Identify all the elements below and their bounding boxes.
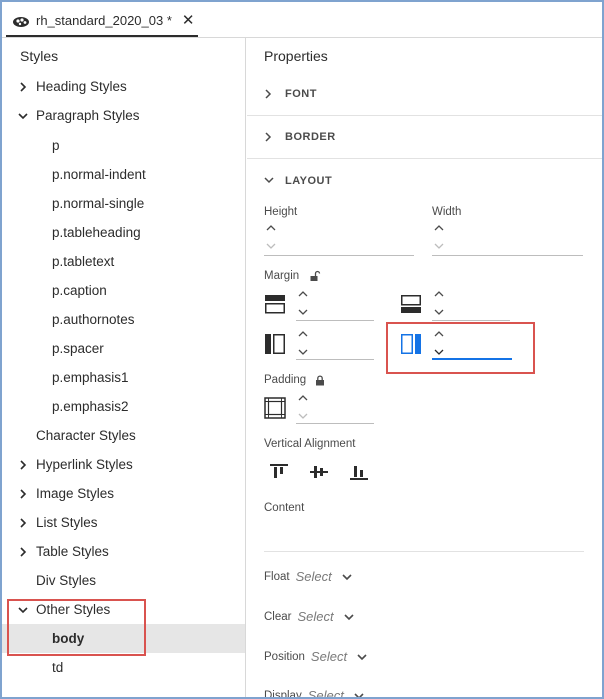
chevron-down-icon[interactable] [263,175,275,187]
margin-left-input[interactable] [296,359,374,360]
align-middle-icon[interactable] [307,460,331,484]
position-label: Position [264,650,305,663]
styles-panel-title: Styles [20,48,59,64]
tree-item-p-normal-indent[interactable]: p.normal-indent [2,161,245,188]
tree-item-div-styles[interactable]: Div Styles [2,567,245,594]
chevron-down-icon[interactable] [16,109,30,123]
chevron-down-icon[interactable] [353,691,365,697]
margin-top-input[interactable] [296,320,374,321]
chevron-down-icon[interactable] [356,652,368,662]
tree-item-hyperlink-styles[interactable]: Hyperlink Styles [2,451,245,478]
display-select[interactable]: Select [308,688,344,697]
chevron-up-icon[interactable] [298,394,308,401]
height-stepper[interactable] [266,224,276,250]
tree-item-p-authornotes[interactable]: p.authornotes [2,306,245,333]
tree-item-table-styles[interactable]: Table Styles [2,538,245,565]
padding-label: Padding [264,374,307,386]
tree-item-list-styles[interactable]: List Styles [2,509,245,536]
chevron-right-icon[interactable] [16,487,30,501]
float-select[interactable]: Select [296,569,332,584]
chevron-down-icon[interactable] [343,612,355,622]
tree-item-p-normal-single[interactable]: p.normal-single [2,190,245,217]
chevron-right-icon[interactable] [263,131,275,143]
chevron-up-icon[interactable] [434,224,444,231]
tab-bar: rh_standard_2020_03 * ✕ [2,2,602,38]
tree-item-p-spacer[interactable]: p.spacer [2,335,245,362]
margin-left-stepper[interactable] [298,330,308,356]
vertical-alignment-label: Vertical Alignment [264,438,356,450]
chevron-right-icon[interactable] [16,545,30,559]
document-tab[interactable]: rh_standard_2020_03 * ✕ [6,6,198,37]
tree-item-td[interactable]: td [2,654,245,681]
chevron-down-icon[interactable] [298,309,308,316]
margin-bottom-icon[interactable] [399,292,423,316]
section-font[interactable]: FONT [247,73,602,116]
display-row: Display Select [264,688,365,699]
clear-select[interactable]: Select [297,609,333,624]
section-border[interactable]: BORDER [247,116,602,159]
position-row: Position Select [264,649,368,664]
content-input[interactable] [264,551,584,552]
chevron-down-icon[interactable] [298,413,308,420]
tree-item-p-tableheading[interactable]: p.tableheading [2,219,245,246]
content-label: Content [264,502,305,514]
chevron-up-icon[interactable] [434,290,444,297]
align-top-icon[interactable] [267,460,291,484]
padding-input[interactable] [296,423,374,424]
chevron-up-icon[interactable] [298,330,308,337]
style-sheet-icon [13,16,29,27]
padding-stepper[interactable] [298,394,308,420]
tree-item-heading-styles[interactable]: Heading Styles [2,73,245,100]
chevron-up-icon[interactable] [266,224,276,231]
section-layout[interactable]: LAYOUT [247,159,602,202]
chevron-right-icon[interactable] [16,80,30,94]
height-label: Height [264,206,298,218]
tree-item-character-styles[interactable]: Character Styles [2,422,245,449]
chevron-right-icon[interactable] [263,88,275,100]
float-row: Float Select [264,569,353,584]
chevron-right-icon[interactable] [16,458,30,472]
tree-item-p-emphasis1[interactable]: p.emphasis1 [2,364,245,391]
app-window: rh_standard_2020_03 * ✕ Styles Heading S… [0,0,604,699]
margin-label: Margin [264,270,300,282]
close-icon[interactable]: ✕ [182,13,195,28]
position-select[interactable]: Select [311,649,347,664]
tree-item-paragraph-styles[interactable]: Paragraph Styles [2,102,245,129]
tree-item-image-styles[interactable]: Image Styles [2,480,245,507]
tab-title: rh_standard_2020_03 * [36,13,172,28]
height-input[interactable] [264,255,414,256]
width-input[interactable] [432,255,583,256]
chevron-down-icon[interactable] [341,572,353,582]
float-label: Float [264,570,290,583]
margin-bottom-input[interactable] [432,320,510,321]
margin-bottom-stepper[interactable] [434,290,444,316]
tree-item-p[interactable]: p [2,132,245,159]
chevron-right-icon[interactable] [16,516,30,530]
margin-top-stepper[interactable] [298,290,308,316]
width-stepper[interactable] [434,224,444,250]
unlock-icon[interactable] [309,270,321,282]
tree-item-p-tabletext[interactable]: p.tabletext [2,248,245,275]
annotation-highlight-box [386,322,535,374]
width-label: Width [432,206,462,218]
margin-left-icon[interactable] [263,332,287,356]
align-bottom-icon[interactable] [347,460,371,484]
display-label: Display [264,689,302,699]
clear-row: Clear Select [264,609,355,624]
properties-panel: Properties FONT BORDER LAYOUT Height Wid… [247,38,602,699]
clear-label: Clear [264,610,292,623]
tree-item-p-emphasis2[interactable]: p.emphasis2 [2,393,245,420]
chevron-down-icon[interactable] [298,349,308,356]
chevron-up-icon[interactable] [298,290,308,297]
chevron-down-icon[interactable] [434,309,444,316]
margin-top-icon[interactable] [263,292,287,316]
chevron-down-icon[interactable] [266,243,276,250]
annotation-highlight-box [7,599,146,656]
styles-panel: Styles Heading Styles Paragraph Styles p… [2,38,246,697]
properties-panel-title: Properties [264,48,328,64]
padding-all-icon[interactable] [263,396,287,420]
chevron-down-icon[interactable] [434,243,444,250]
lock-icon[interactable] [315,375,325,386]
tree-item-p-caption[interactable]: p.caption [2,277,245,304]
